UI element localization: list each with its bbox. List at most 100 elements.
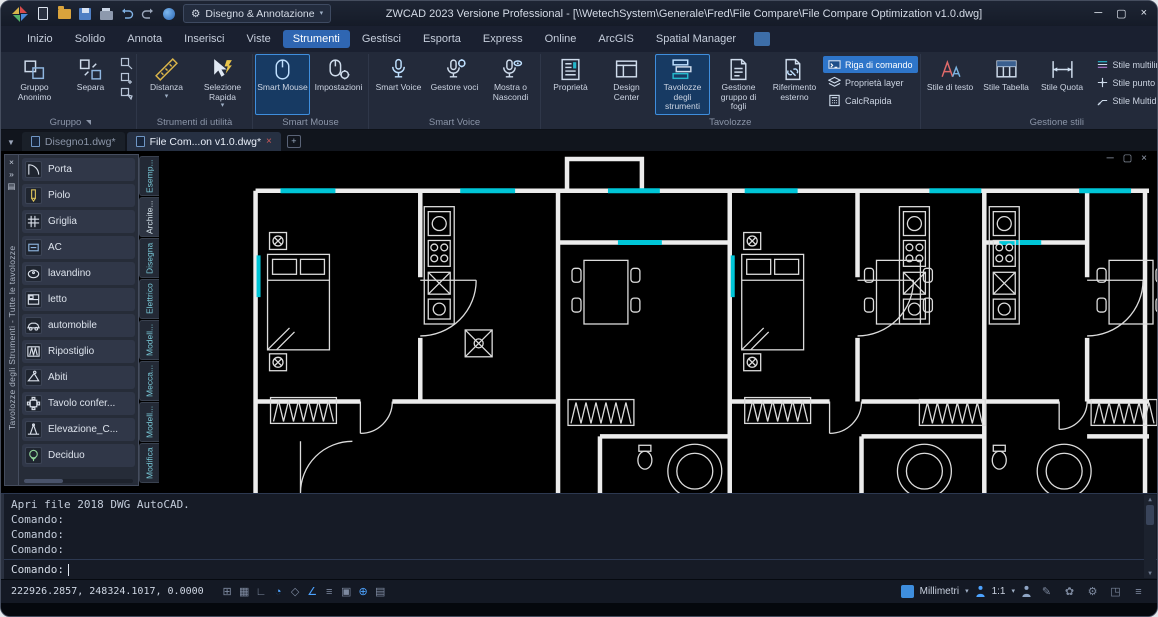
palette-item-deciduo[interactable]: Deciduo xyxy=(22,444,135,467)
palette-item-letto[interactable]: letto xyxy=(22,288,135,311)
viewport-restore-icon[interactable]: ▢ xyxy=(1123,153,1132,164)
stile-di-testo-button[interactable]: Stile di testo xyxy=(923,54,978,115)
palette-item-piolo[interactable]: Piolo xyxy=(22,184,135,207)
grid-icon[interactable]: ▦ xyxy=(236,583,253,600)
tab-inserisci[interactable]: Inserisci xyxy=(174,30,234,48)
palette-item-ripostiglio[interactable]: Ripostiglio xyxy=(22,340,135,363)
palette-item-tavolo-confer[interactable]: Tavolo confer... xyxy=(22,392,135,415)
palette-item-lavandino[interactable]: lavandino xyxy=(22,262,135,285)
gruppo-anonimo-button[interactable]: Gruppo Anonimo xyxy=(7,54,62,115)
palette-item-porta[interactable]: Porta xyxy=(22,158,135,181)
command-scrollbar[interactable]: ▲ ▼ xyxy=(1144,495,1156,578)
workspace-gear-icon[interactable]: ⚙ xyxy=(1084,583,1101,600)
tab-spatial-manager[interactable]: Spatial Manager xyxy=(646,30,746,48)
palette-title-strip[interactable]: × » ▤ Tavolozze degli Strumenti - Tutte … xyxy=(4,154,19,486)
open-file-icon[interactable] xyxy=(57,7,71,21)
auto-annotation-icon[interactable]: ✎ xyxy=(1038,583,1055,600)
ribbon-display-toggle-icon[interactable] xyxy=(754,32,770,46)
group-select-icon[interactable] xyxy=(120,87,133,100)
units-icon[interactable] xyxy=(901,585,914,598)
stile-punto-button[interactable]: Stile punto xyxy=(1091,74,1157,91)
proprieta-button[interactable]: Proprietà xyxy=(543,54,598,115)
close-tab-icon[interactable]: × xyxy=(266,137,272,147)
group-add-icon[interactable] xyxy=(120,72,133,85)
tab-online[interactable]: Online xyxy=(535,30,587,48)
new-drawing-tab-icon[interactable]: + xyxy=(287,135,301,148)
gestore-voci-button[interactable]: Gestore voci xyxy=(427,54,482,115)
tab-solido[interactable]: Solido xyxy=(65,30,116,48)
close-button[interactable]: × xyxy=(1141,7,1147,20)
print-icon[interactable] xyxy=(99,7,113,21)
annotation-visibility-icon[interactable] xyxy=(1021,585,1032,598)
calcrapida-button[interactable]: CalcRapida xyxy=(823,92,918,109)
stile-quota-button[interactable]: Stile Quota xyxy=(1035,54,1090,115)
annotation-scale-icon[interactable] xyxy=(975,585,986,598)
tab-viste[interactable]: Viste xyxy=(236,30,280,48)
command-input[interactable]: Comando: xyxy=(1,559,1157,579)
stile-multidirettrice-button[interactable]: Stile Multidirettrice xyxy=(1091,92,1157,109)
separa-button[interactable]: Separa xyxy=(63,54,118,115)
tavolozze-degli-strumenti-button[interactable]: Tavolozze degli strumenti xyxy=(655,54,710,115)
doc-tab-disegno1[interactable]: Disegno1.dwg* xyxy=(22,132,125,151)
annotation-display-icon[interactable]: ▤ xyxy=(372,583,389,600)
palette-tab-modell-6[interactable]: Modell... xyxy=(139,402,159,442)
palette-item-ac[interactable]: AC xyxy=(22,236,135,259)
chevron-down-icon[interactable]: ▾ xyxy=(965,589,969,595)
clean-screen-icon[interactable]: ◳ xyxy=(1107,583,1124,600)
smart-voice-button[interactable]: Smart Voice xyxy=(371,54,426,115)
riga-di-comando-button[interactable]: Riga di comando xyxy=(823,56,918,73)
tab-gestisci[interactable]: Gestisci xyxy=(352,30,411,48)
units-label[interactable]: Millimetri xyxy=(920,586,959,597)
doc-tab-file-compare[interactable]: File Com...on v1.0.dwg* × xyxy=(127,132,281,151)
annotation-monitor-icon[interactable]: ✿ xyxy=(1061,583,1078,600)
command-window[interactable]: Apri file 2018 DWG AutoCAD.Comando:Coman… xyxy=(1,493,1157,579)
status-menu-icon[interactable]: ≡ xyxy=(1130,583,1147,600)
palette-item-abiti[interactable]: Abiti xyxy=(22,366,135,389)
tab-list-icon[interactable]: ▼ xyxy=(5,138,20,151)
redo-icon[interactable] xyxy=(141,7,155,21)
palette-tab-archite-1[interactable]: Archite... xyxy=(139,197,159,237)
riferimento-esterno-button[interactable]: Riferimento esterno xyxy=(767,54,822,115)
tab-strumenti[interactable]: Strumenti xyxy=(283,30,350,48)
lineweight-icon[interactable]: ≡ xyxy=(321,583,338,600)
viewport-close-icon[interactable]: × xyxy=(1141,153,1147,164)
tab-inizio[interactable]: Inizio xyxy=(17,30,63,48)
proprieta-layer-button[interactable]: Proprietà layer xyxy=(823,74,918,91)
dyn-input-icon[interactable]: ⊕ xyxy=(355,583,372,600)
minimize-button[interactable]: ─ xyxy=(1094,7,1102,20)
drawing-canvas[interactable]: ─ ▢ × xyxy=(1,151,1157,493)
smart-globe-icon[interactable] xyxy=(162,7,176,21)
palette-item-automobile[interactable]: automobile xyxy=(22,314,135,337)
snap-icon[interactable]: ⊞ xyxy=(219,583,236,600)
scroll-up-icon[interactable]: ▲ xyxy=(1148,496,1152,503)
palette-tab-disegna-2[interactable]: Disegna xyxy=(139,238,159,278)
scroll-down-icon[interactable]: ▼ xyxy=(1148,570,1152,577)
tab-annota[interactable]: Annota xyxy=(117,30,172,48)
palette-properties-icon[interactable]: ▤ xyxy=(7,181,15,191)
palette-autohide-icon[interactable]: » xyxy=(9,169,14,179)
palette-scrollbar[interactable] xyxy=(24,479,133,483)
viewport-minimize-icon[interactable]: ─ xyxy=(1107,153,1114,164)
stile-multilinea-button[interactable]: Stile multilinea xyxy=(1091,56,1157,73)
polar-icon[interactable]: ◔ xyxy=(270,583,287,600)
distanza-button[interactable]: Distanza ▾ xyxy=(139,54,194,115)
new-file-icon[interactable] xyxy=(36,7,50,21)
workspace-select[interactable]: ⚙ Disegno & Annotazione ▾ xyxy=(183,4,331,23)
palette-tab-elettrico-3[interactable]: Elettrico xyxy=(139,279,159,319)
scale-label[interactable]: 1:1 xyxy=(992,586,1006,597)
chevron-down-icon[interactable]: ▾ xyxy=(1011,589,1015,595)
impostazioni-button[interactable]: Impostazioni xyxy=(311,54,366,115)
stile-tabella-button[interactable]: Stile Tabella xyxy=(979,54,1034,115)
osnap-icon[interactable]: ◇ xyxy=(287,583,304,600)
palette-tab-esemp-0[interactable]: Esemp... xyxy=(139,156,159,196)
palette-tab-mecca-5[interactable]: Mecca... xyxy=(139,361,159,401)
undo-icon[interactable] xyxy=(120,7,134,21)
palette-close-icon[interactable]: × xyxy=(9,157,14,167)
save-file-icon[interactable] xyxy=(78,7,92,21)
selezione-rapida-button[interactable]: Selezione Rapida ▾ xyxy=(195,54,250,115)
design-center-button[interactable]: Design Center xyxy=(599,54,654,115)
palette-tab-modell-4[interactable]: Modell... xyxy=(139,320,159,360)
ortho-icon[interactable]: ∟ xyxy=(253,583,270,600)
palette-item-elevazione-c[interactable]: Elevazione_C... xyxy=(22,418,135,441)
palette-tab-modifica-7[interactable]: Modifica xyxy=(139,443,159,483)
